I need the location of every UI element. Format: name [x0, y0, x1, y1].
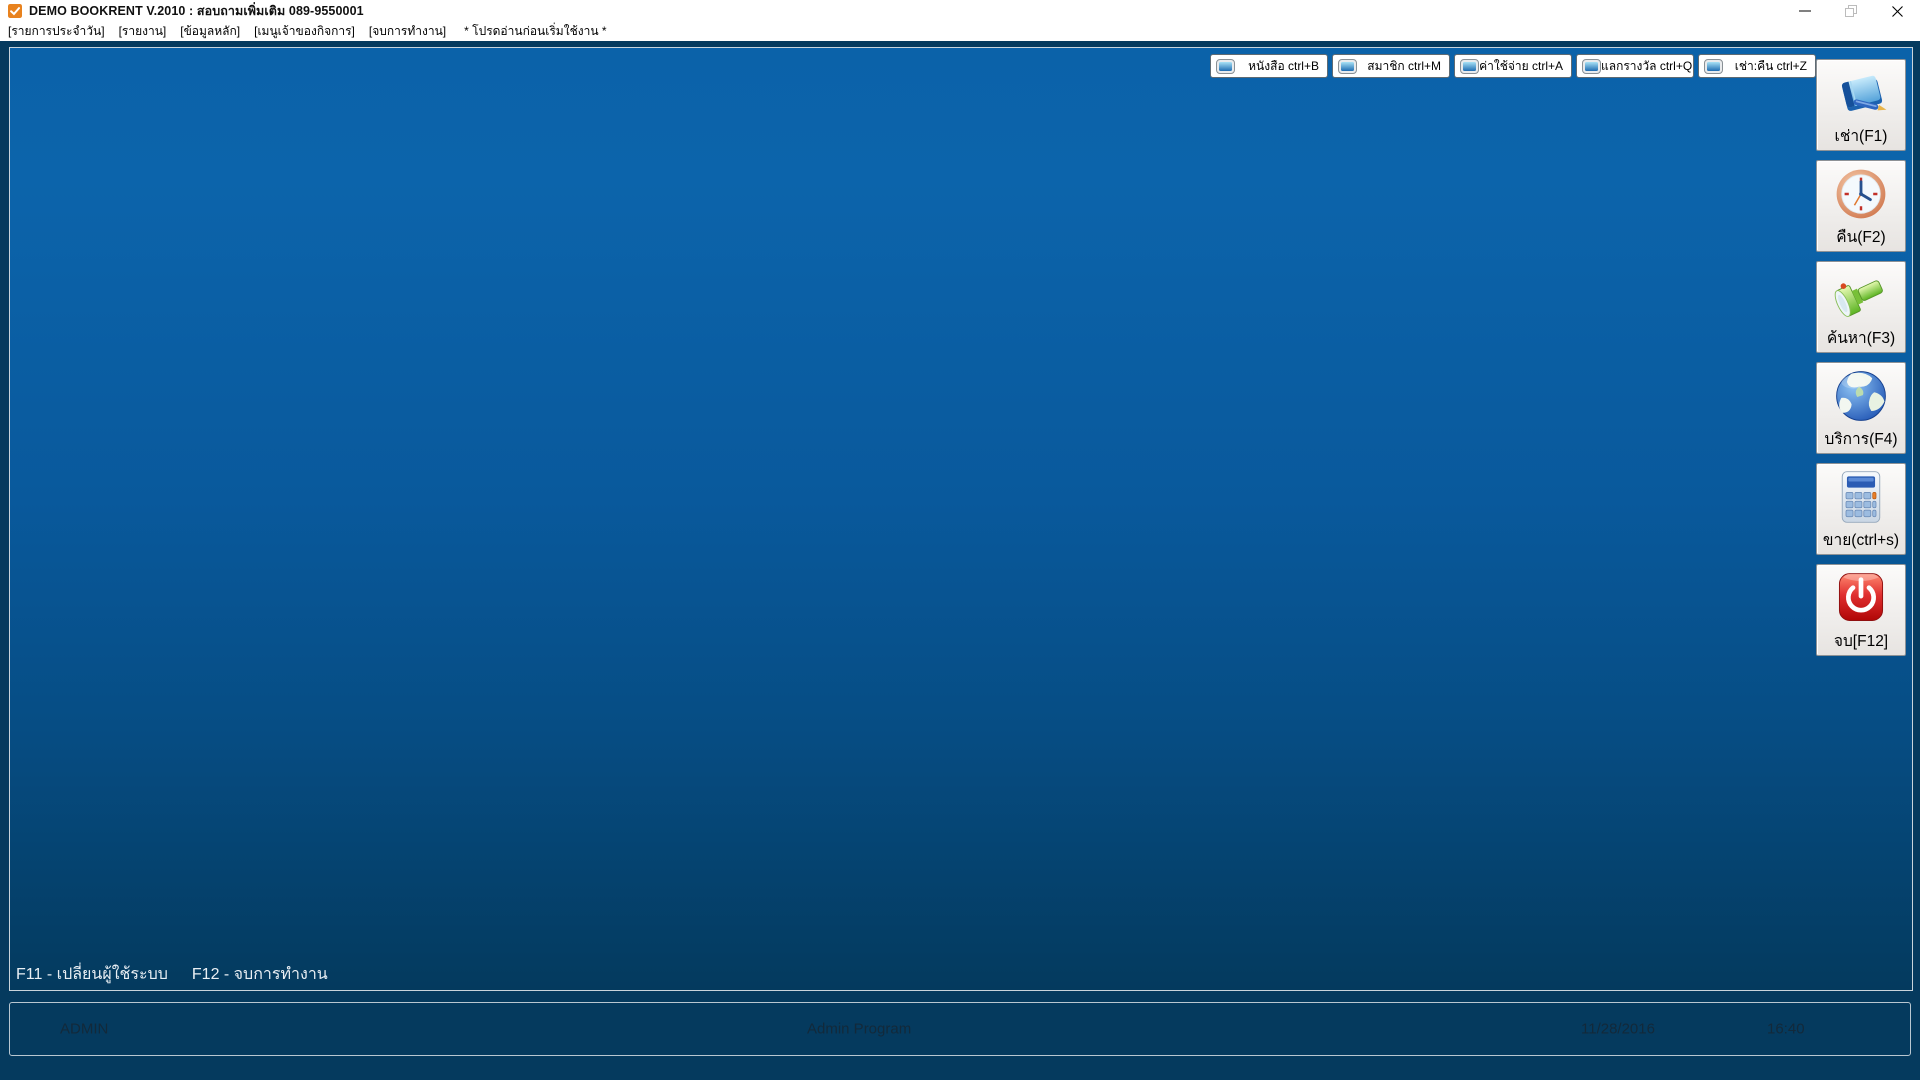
function-key-hint: F11 - เปลี่ยนผู้ใช้ระบบ F12 - จบการทำงาน	[16, 962, 328, 987]
sidebar: เช่า(F1) คืน(F2) ค้นหา(F3) บริการ(F4) ขา…	[1816, 59, 1906, 656]
monitor-icon	[1338, 58, 1357, 74]
menu-item-owner-menu[interactable]: [เมนูเจ้าของกิจการ]	[247, 22, 362, 41]
monitor-icon	[1704, 58, 1723, 74]
sidebar-button-return[interactable]: คืน(F2)	[1816, 160, 1906, 252]
menu-item-readme-note[interactable]: * โปรดอ่านก่อนเริ่มใช้งาน *	[457, 22, 613, 41]
globe-icon	[1831, 366, 1891, 426]
quickbar-button-rent-return[interactable]: เช่า:คืน ctrl+Z	[1698, 54, 1816, 78]
sidebar-button-rent[interactable]: เช่า(F1)	[1816, 59, 1906, 151]
hint-spacer	[168, 962, 192, 987]
menu-item-exit[interactable]: [จบการทำงาน]	[362, 22, 453, 41]
quick-access-bar: หนังสือ ctrl+B สมาชิก ctrl+M ค่าใช้จ่าย …	[1210, 54, 1816, 78]
minimize-icon	[1799, 10, 1811, 12]
monitor-icon	[1460, 58, 1479, 74]
monitor-icon	[1582, 58, 1601, 74]
sidebar-button-exit[interactable]: จบ[F12]	[1816, 564, 1906, 656]
menu-item-daily-transactions[interactable]: [รายการประจำวัน]	[1, 22, 112, 41]
flashlight-icon	[1831, 265, 1891, 325]
close-icon	[1891, 5, 1903, 17]
restore-icon	[1845, 5, 1857, 17]
quickbar-button-members[interactable]: สมาชิก ctrl+M	[1332, 54, 1450, 78]
quickbar-button-rewards[interactable]: แลกรางวัล ctrl+Q	[1576, 54, 1694, 78]
status-program: Admin Program	[807, 1020, 912, 1038]
quickbar-button-expenses[interactable]: ค่าใช้จ่าย ctrl+A	[1454, 54, 1572, 78]
hint-f12: F12 - จบการทำงาน	[191, 966, 328, 983]
menu-bar: [รายการประจำวัน] [รายงาน] [ข้อมูลหลัก] […	[0, 22, 1920, 41]
calculator-icon	[1831, 467, 1891, 527]
status-user: ADMIN	[60, 1020, 109, 1038]
status-date: 11/28/2016	[1581, 1020, 1655, 1038]
status-bar: ADMIN Admin Program 11/28/2016 16:40	[9, 1002, 1911, 1056]
quickbar-button-books[interactable]: หนังสือ ctrl+B	[1210, 54, 1328, 78]
close-button[interactable]	[1874, 0, 1920, 22]
title-bar: DEMO BOOKRENT V.2010 : สอบถามเพิ่มเติม 0…	[0, 0, 1920, 22]
sidebar-button-service[interactable]: บริการ(F4)	[1816, 362, 1906, 454]
hint-f11: F11 - เปลี่ยนผู้ใช้ระบบ	[16, 966, 168, 983]
restore-button[interactable]	[1828, 0, 1874, 22]
window-controls	[1782, 0, 1920, 22]
monitor-icon	[1216, 58, 1235, 74]
minimize-button[interactable]	[1782, 0, 1828, 22]
clock-icon	[1831, 164, 1891, 224]
sidebar-button-search[interactable]: ค้นหา(F3)	[1816, 261, 1906, 353]
power-icon	[1831, 568, 1891, 628]
main-panel: หนังสือ ctrl+B สมาชิก ctrl+M ค่าใช้จ่าย …	[9, 47, 1913, 991]
menu-item-master-data[interactable]: [ข้อมูลหลัก]	[173, 22, 247, 41]
book-pen-icon	[1831, 63, 1891, 123]
status-time: 16:40	[1767, 1020, 1805, 1038]
window-title: DEMO BOOKRENT V.2010 : สอบถามเพิ่มเติม 0…	[29, 4, 364, 18]
app-check-icon	[8, 4, 22, 18]
menu-item-reports[interactable]: [รายงาน]	[112, 22, 174, 41]
sidebar-button-sell[interactable]: ขาย(ctrl+s)	[1816, 463, 1906, 555]
